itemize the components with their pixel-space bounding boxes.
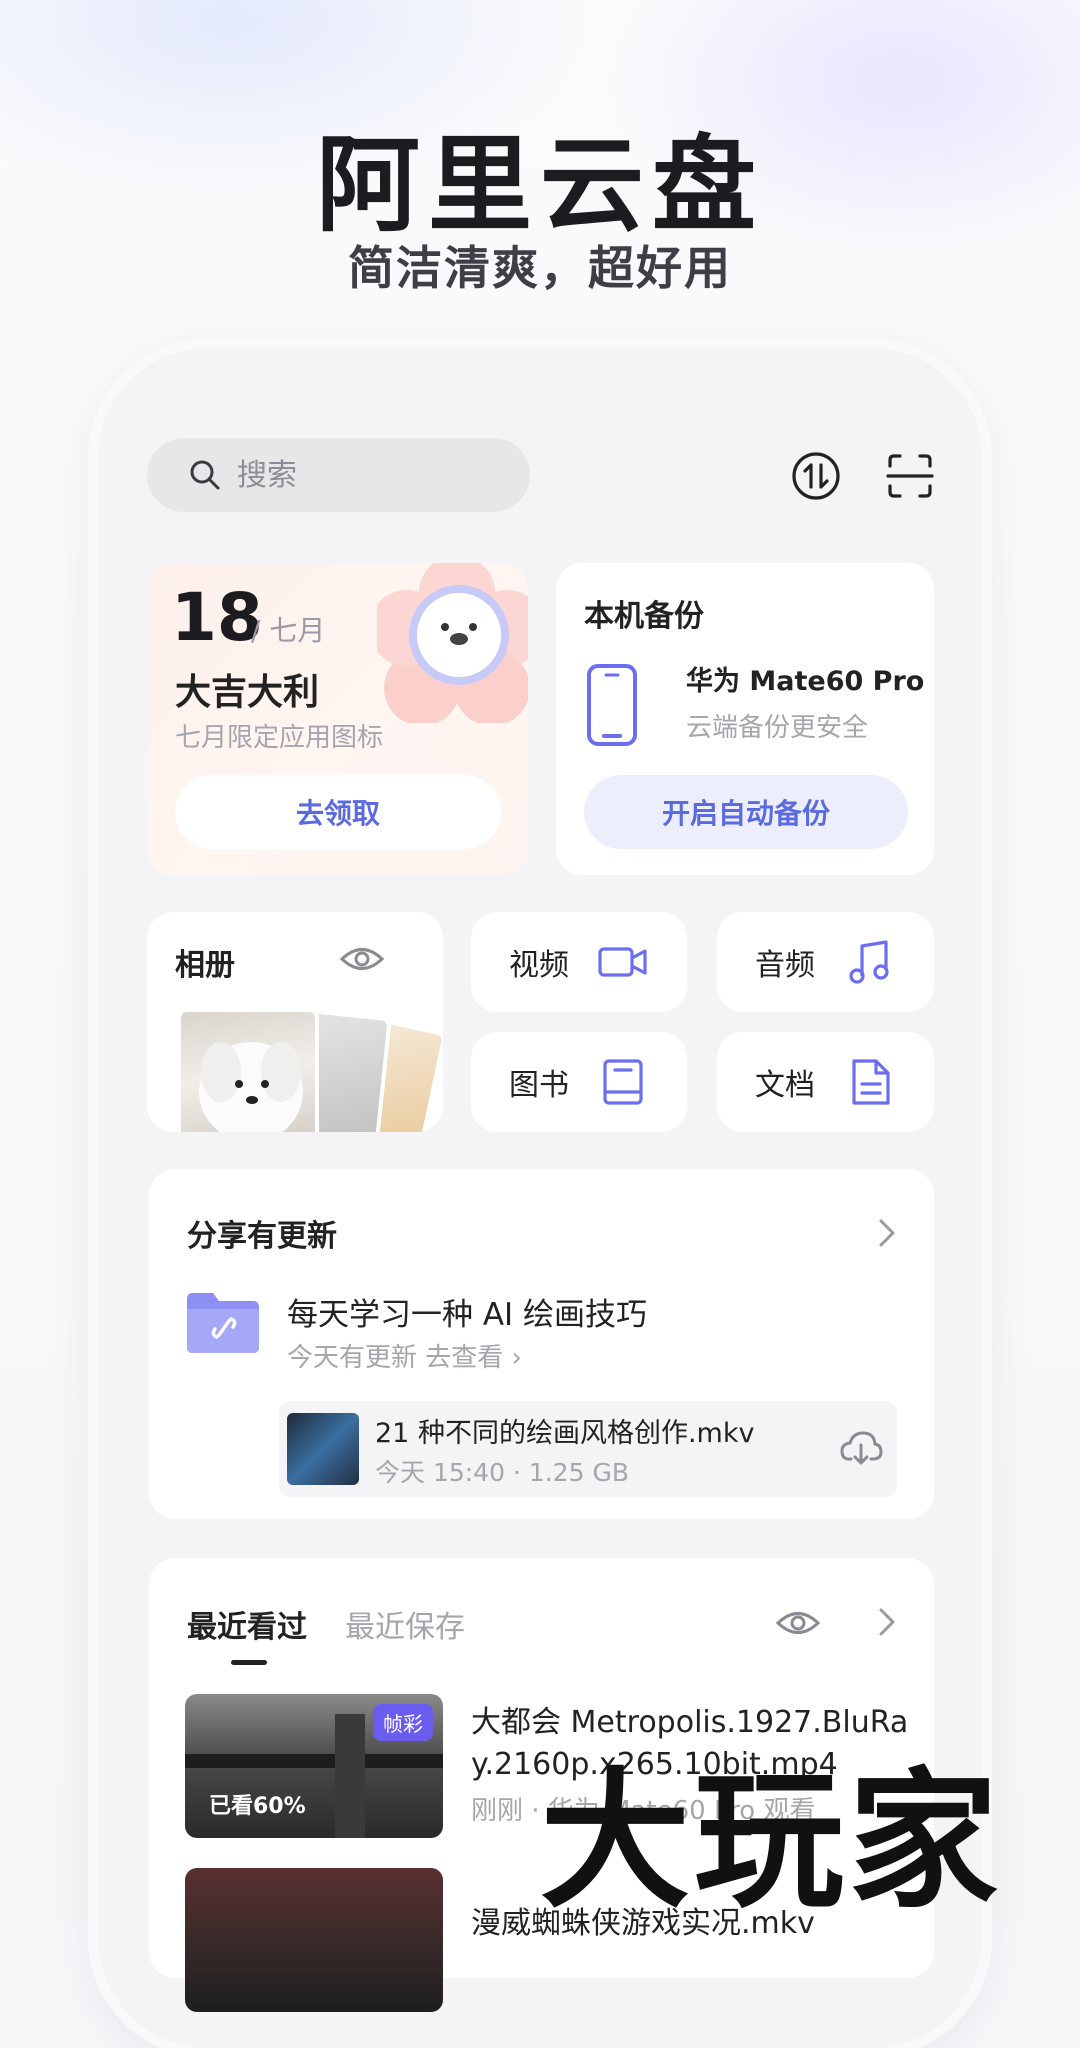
tab-recently-watched[interactable]: 最近看过 (187, 1602, 307, 1646)
bridge-shape (185, 1754, 443, 1768)
hero-title: 阿里云盘 (315, 124, 764, 246)
claim-button[interactable]: 去领取 (175, 775, 501, 849)
tower-shape (335, 1714, 365, 1838)
shared-file-meta: 今天 15:40 · 1.25 GB (375, 1458, 629, 1487)
hdr-badge: 帧彩 (373, 1704, 433, 1741)
search-input[interactable] (235, 456, 499, 494)
chevron-right-icon[interactable] (877, 1606, 897, 1638)
category-audio-label: 音频 (755, 948, 815, 983)
watermark: 大玩家 (540, 1755, 1003, 1929)
share-title: 分享有更新 (187, 1219, 337, 1254)
flower-mascot-icon (377, 563, 528, 723)
promo-card[interactable]: 18 / 七月 大吉大利 七月限定应用图标 去领取 (147, 563, 528, 875)
category-doc-label: 文档 (755, 1068, 815, 1103)
category-doc[interactable]: 文档 (717, 1032, 934, 1132)
shared-file-name: 21 种不同的绘画风格创作.mkv (375, 1418, 755, 1449)
phone-icon (587, 664, 637, 746)
scan-icon[interactable] (884, 450, 936, 502)
chevron-right-icon[interactable] (877, 1217, 897, 1249)
music-icon (849, 940, 889, 984)
share-updates-card[interactable]: 分享有更新 每天学习一种 AI 绘画技巧 今天有更新 去查看 › 21 种不同的… (149, 1169, 934, 1519)
eye-icon[interactable] (339, 944, 385, 974)
tab-recently-saved[interactable]: 最近保存 (345, 1602, 465, 1646)
promo-day: 18 (171, 579, 263, 656)
recent-video-thumbnail[interactable]: 帧彩 已看60% (185, 1694, 443, 1838)
book-icon (603, 1059, 643, 1105)
backup-desc: 云端备份更安全 (686, 713, 869, 743)
watch-progress: 已看60% (209, 1794, 306, 1819)
backup-device-name: 华为 Mate60 Pro (686, 666, 925, 697)
promo-desc: 七月限定应用图标 (175, 723, 384, 753)
shared-folder-icon (187, 1293, 259, 1353)
shared-folder-name: 每天学习一种 AI 绘画技巧 (287, 1297, 648, 1333)
promo-title: 大吉大利 (175, 672, 320, 713)
category-book[interactable]: 图书 (471, 1032, 687, 1132)
category-video-label: 视频 (509, 948, 569, 983)
category-book-label: 图书 (509, 1068, 569, 1103)
video-icon (598, 947, 647, 977)
cloud-download-icon[interactable] (839, 1429, 883, 1467)
search-icon (190, 460, 220, 490)
shared-folder-meta[interactable]: 今天有更新 去查看 › (287, 1337, 522, 1374)
video-thumbnail (287, 1413, 359, 1485)
promo-month: / 七月 (251, 614, 326, 647)
tab-indicator (231, 1660, 267, 1665)
document-icon (852, 1059, 890, 1105)
transfer-icon[interactable] (790, 450, 842, 502)
backup-card[interactable]: 本机备份 华为 Mate60 Pro 云端备份更安全 开启自动备份 (556, 563, 934, 875)
album-card[interactable]: 相册 (147, 912, 443, 1132)
category-video[interactable]: 视频 (471, 912, 687, 1012)
dog-photo-icon (199, 1042, 303, 1132)
recent-video-thumbnail-2[interactable] (185, 1868, 443, 2012)
category-audio[interactable]: 音频 (717, 912, 934, 1012)
hero-subtitle: 简洁清爽，超好用 (348, 241, 732, 295)
auto-backup-button[interactable]: 开启自动备份 (584, 775, 908, 849)
search-bar[interactable] (147, 438, 530, 512)
album-label: 相册 (175, 948, 235, 983)
shared-file-row[interactable]: 21 种不同的绘画风格创作.mkv 今天 15:40 · 1.25 GB (279, 1401, 897, 1497)
album-photo-dog (177, 1008, 319, 1132)
backup-title: 本机备份 (584, 599, 704, 634)
eye-icon[interactable] (775, 1608, 821, 1638)
